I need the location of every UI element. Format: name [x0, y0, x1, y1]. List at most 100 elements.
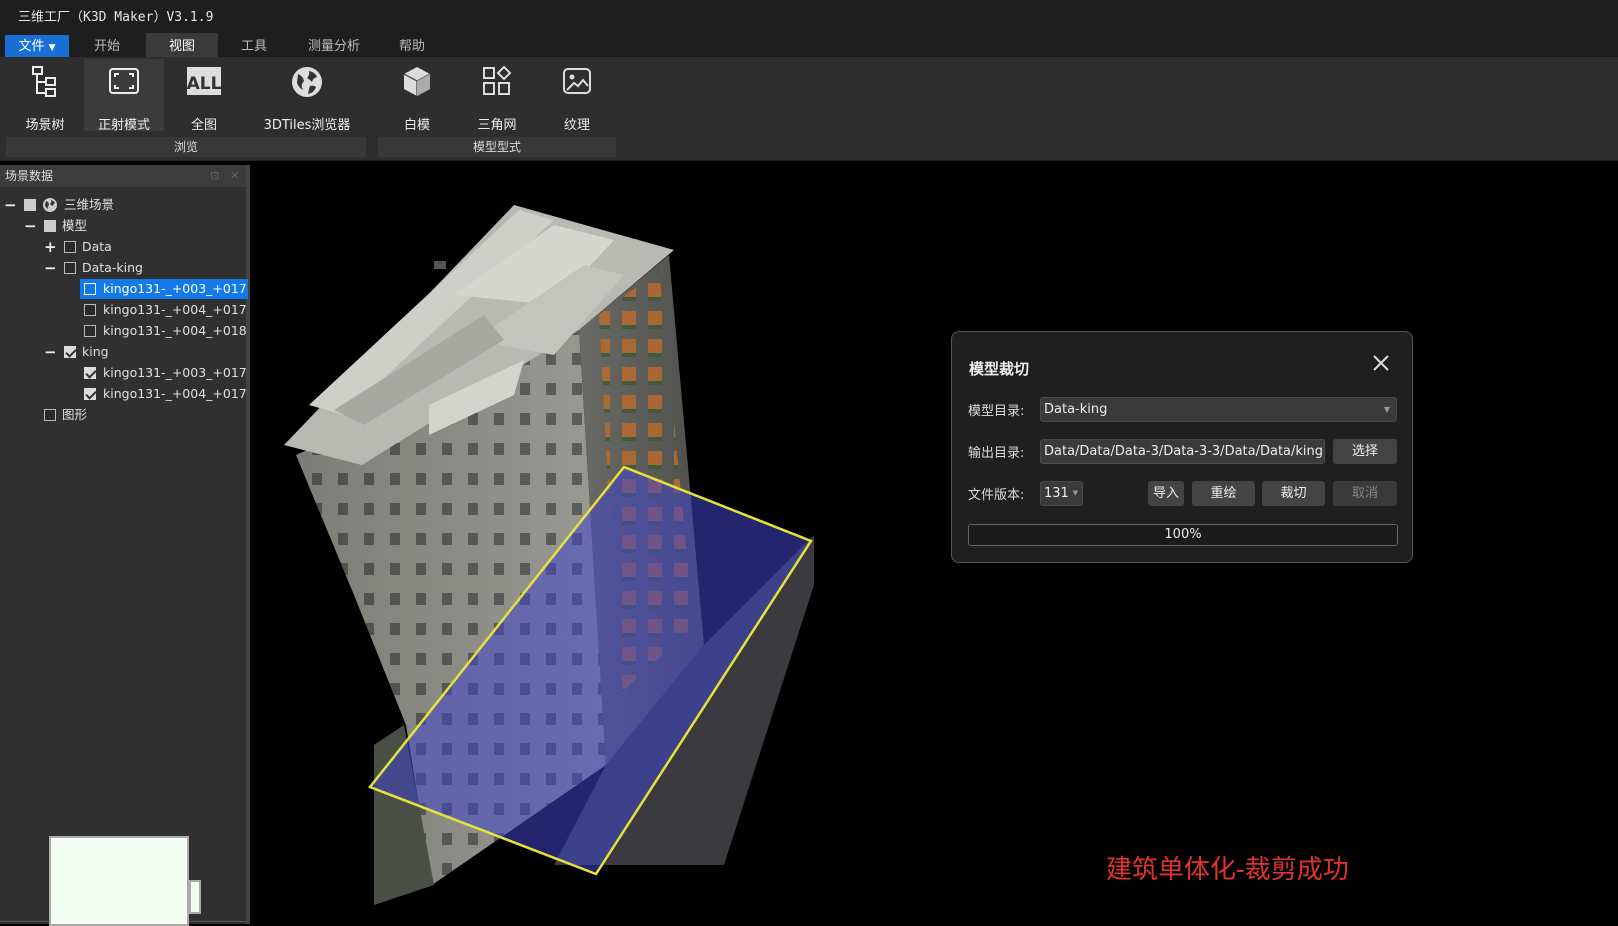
select-button[interactable]: 选择 — [1333, 439, 1397, 464]
output-dir-field[interactable]: Data/Data/Data-3/Data-3-3/Data/Data/king — [1040, 439, 1325, 464]
chevron-down-icon: ▼ — [1383, 405, 1390, 414]
checkbox[interactable] — [44, 409, 56, 421]
3dtiles-browser-button[interactable]: 3DTiles浏览器 — [258, 59, 356, 133]
ortho-frame-icon — [109, 68, 139, 94]
title-bar: 三维工厂（K3D Maker）V3.1.9 — [0, 0, 1618, 33]
checkbox[interactable] — [64, 241, 76, 253]
menu-bar: 文件 ▼ 开始 视图 工具 测量分析 帮助 — [0, 33, 1618, 57]
model-style-group-label: 模型型式 — [378, 137, 616, 157]
checkbox[interactable] — [84, 325, 96, 337]
tree-node-shapes[interactable]: 图形 — [0, 405, 246, 425]
svg-text:ALL: ALL — [187, 74, 222, 94]
redraw-button[interactable]: 重绘 — [1192, 481, 1255, 506]
dropdown-arrow-icon: ▼ — [48, 43, 56, 53]
tree-node-label: kingo131-_+004_+017 — [103, 302, 247, 317]
triangle-mesh-button[interactable]: 三角网 — [462, 59, 532, 133]
collapse-icon[interactable]: − — [24, 216, 37, 236]
cut-button[interactable]: 裁切 — [1262, 481, 1325, 506]
scene-tree-label: 场景树 — [25, 118, 65, 133]
tree-node-dk-item-2[interactable]: kingo131-_+004_+017 — [80, 300, 247, 320]
triangle-mesh-label: 三角网 — [477, 118, 517, 133]
scene-tree: − 三维场景 − 模型 + Data − Data-king kingo131-… — [0, 187, 248, 747]
checkbox[interactable] — [24, 199, 36, 211]
ortho-mode-label: 正射模式 — [97, 118, 150, 133]
all-view-icon: ALL — [187, 67, 222, 95]
minimap-handle[interactable] — [189, 880, 201, 914]
cancel-button[interactable]: 取消 — [1333, 481, 1397, 506]
tree-node-dk-item-1[interactable]: kingo131-_+003_+017 — [80, 279, 248, 299]
import-button[interactable]: 导入 — [1148, 481, 1184, 506]
cube-icon — [403, 67, 431, 96]
tree-node-king-item-1[interactable]: kingo131-_+003_+017 — [80, 363, 247, 383]
status-caption: 建筑单体化-裁剪成功 — [1106, 855, 1349, 885]
file-version-label: 文件版本: — [968, 488, 1025, 503]
full-view-button[interactable]: ALL 全图 — [168, 59, 240, 133]
tree-node-data-king[interactable]: − Data-king — [0, 258, 246, 278]
checkbox-checked[interactable] — [84, 367, 96, 379]
pin-icon[interactable]: ⊡ — [210, 165, 219, 187]
checkbox-checked[interactable] — [64, 346, 76, 358]
checkbox[interactable] — [84, 304, 96, 316]
tree-node-king-item-2[interactable]: kingo131-_+004_+017 — [80, 384, 247, 404]
tree-node-label: Data-king — [82, 260, 143, 275]
scene-tree-button[interactable]: 场景树 — [6, 59, 84, 133]
checkbox[interactable] — [64, 262, 76, 274]
grid-shapes-icon — [483, 65, 512, 95]
tree-node-label: kingo131-_+003_+017 — [103, 281, 247, 296]
file-version-select[interactable]: 131 ▼ — [1040, 481, 1083, 506]
file-menu-label: 文件 — [18, 39, 45, 54]
tree-node-label: Data — [82, 239, 112, 254]
model-clip-dialog: 模型裁切 模型目录: Data-king ▼ 输出目录: Data/Data/D… — [951, 331, 1413, 563]
ribbon-toolbar: 场景树 正射模式 ALL 全图 3DTiles浏览器 白模 三角网 纹理 浏览 … — [0, 57, 1618, 161]
tree-node-root[interactable]: − 三维场景 — [0, 195, 246, 215]
tree-node-label: 图形 — [62, 407, 88, 422]
tab-measure[interactable]: 测量分析 — [298, 33, 370, 57]
browse-group-label: 浏览 — [6, 137, 366, 157]
dialog-title: 模型裁切 — [969, 360, 1030, 378]
scene-data-panel: 场景数据 ⊡ ✕ − 三维场景 − 模型 + Data − Data-king … — [0, 165, 250, 924]
3dtiles-browser-label: 3DTiles浏览器 — [263, 118, 351, 133]
collapse-icon[interactable]: − — [44, 342, 57, 362]
checkbox[interactable] — [44, 220, 56, 232]
tree-node-label: 三维场景 — [64, 197, 115, 212]
file-menu-button[interactable]: 文件 ▼ — [5, 35, 69, 57]
texture-button[interactable]: 纹理 — [542, 59, 612, 133]
overview-minimap[interactable] — [49, 836, 189, 926]
output-dir-label: 输出目录: — [968, 446, 1025, 461]
tab-help[interactable]: 帮助 — [390, 33, 434, 57]
expand-icon[interactable]: + — [44, 237, 57, 257]
globe-icon — [292, 67, 322, 97]
tree-node-data[interactable]: + Data — [0, 237, 246, 257]
scene-tree-icon — [32, 66, 56, 97]
collapse-icon[interactable]: − — [44, 258, 57, 278]
image-icon — [563, 68, 591, 94]
progress-bar: 100% — [968, 524, 1398, 546]
tree-node-king[interactable]: − king — [0, 342, 246, 362]
tree-node-dk-item-3[interactable]: kingo131-_+004_+018 — [80, 321, 247, 341]
panel-title: 场景数据 — [5, 169, 54, 183]
tab-tools[interactable]: 工具 — [232, 33, 276, 57]
output-dir-value: Data/Data/Data-3/Data-3-3/Data/Data/king — [1044, 444, 1324, 459]
close-icon[interactable]: ✕ — [230, 165, 239, 187]
globe-icon — [43, 198, 57, 212]
collapse-icon[interactable]: − — [4, 195, 17, 215]
model-dir-select[interactable]: Data-king ▼ — [1040, 397, 1397, 422]
tree-node-model[interactable]: − 模型 — [0, 216, 246, 236]
tree-node-label: king — [82, 344, 109, 359]
checkbox[interactable] — [84, 283, 96, 295]
3d-viewport[interactable]: 建筑单体化-裁剪成功 — [254, 165, 1618, 924]
progress-text: 100% — [1164, 527, 1202, 542]
tree-node-label: kingo131-_+004_+017 — [103, 386, 247, 401]
close-icon[interactable] — [1372, 354, 1390, 372]
checkbox-checked[interactable] — [84, 388, 96, 400]
white-model-label: 白模 — [403, 118, 430, 133]
app-title: 三维工厂（K3D Maker）V3.1.9 — [18, 10, 214, 25]
chevron-down-icon: ▼ — [1072, 489, 1078, 497]
texture-label: 纹理 — [563, 118, 590, 133]
ortho-mode-button[interactable]: 正射模式 — [84, 59, 164, 133]
tree-node-label: kingo131-_+003_+017 — [103, 365, 247, 380]
white-model-button[interactable]: 白模 — [382, 59, 452, 133]
tab-start[interactable]: 开始 — [85, 33, 129, 57]
model-dir-value: Data-king — [1044, 402, 1108, 417]
tab-view[interactable]: 视图 — [146, 33, 218, 57]
